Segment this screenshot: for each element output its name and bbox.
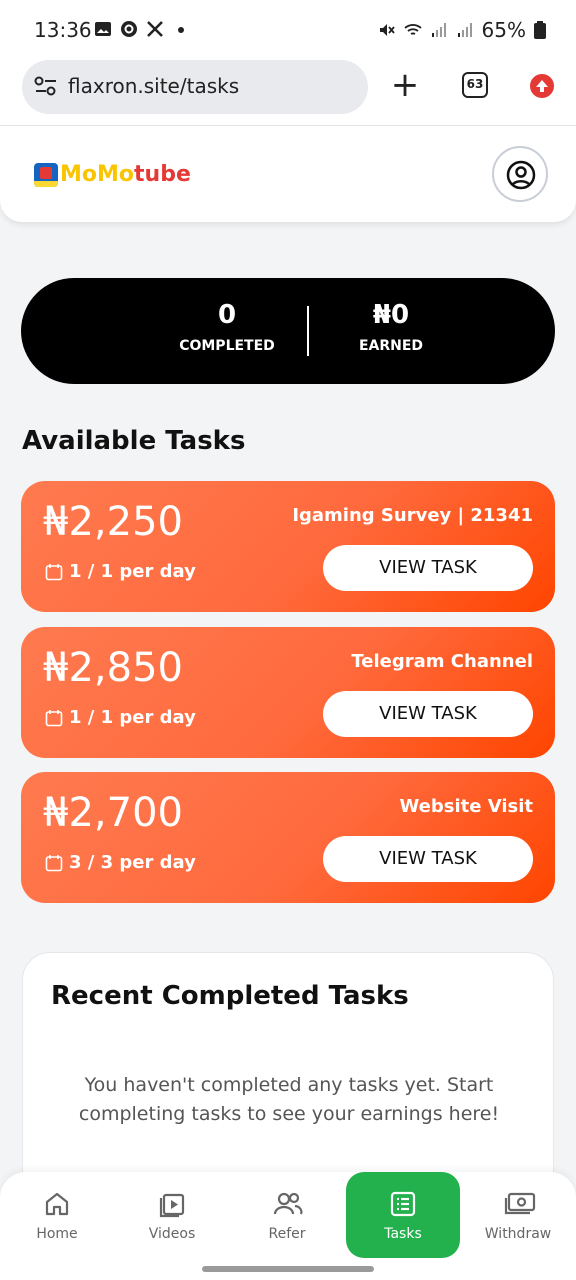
calendar-icon [45, 854, 63, 871]
task-reward: ₦2,250 [43, 499, 183, 545]
app-header: MoMotube [0, 126, 576, 222]
task-limit: 1 / 1 per day [45, 561, 196, 582]
momotube-logo[interactable]: MoMotube [34, 162, 191, 187]
wifi-icon [403, 24, 422, 35]
nav-tasks[interactable]: Tasks [346, 1172, 460, 1258]
completed-label: COMPLETED [179, 338, 275, 354]
task-limit: 1 / 1 per day [45, 707, 196, 728]
task-title: Website Visit [399, 796, 533, 817]
nav-refer[interactable]: Refer [230, 1172, 344, 1258]
task-limit: 3 / 3 per day [45, 852, 196, 873]
task-card: ₦2,850 1 / 1 per day Telegram Channel VI… [21, 627, 555, 758]
nav-videos[interactable]: Videos [115, 1172, 229, 1258]
battery-icon [534, 21, 546, 39]
image-icon [95, 22, 111, 36]
logo-mark-icon [34, 162, 58, 187]
completed-value: 0 [217, 300, 237, 330]
bottom-nav: Home Videos Refer Tasks Withdraw [0, 1172, 576, 1280]
url-text[interactable]: flaxron.site/tasks [68, 74, 239, 98]
profile-button[interactable] [492, 146, 548, 202]
completed-stat: 0 COMPLETED [147, 300, 307, 354]
status-time: 13:36 [34, 18, 92, 42]
cash-icon [504, 1192, 536, 1215]
calendar-icon [45, 563, 63, 580]
view-task-button[interactable]: VIEW TASK [323, 545, 533, 591]
users-icon [273, 1192, 303, 1215]
x-icon [147, 21, 163, 37]
task-title: Telegram Channel [351, 651, 533, 672]
site-settings-icon[interactable] [34, 76, 58, 96]
view-task-button[interactable]: VIEW TASK [323, 836, 533, 882]
task-reward: ₦2,700 [43, 790, 183, 836]
task-card: ₦2,250 1 / 1 per day Igaming Survey | 21… [21, 481, 555, 612]
address-bar[interactable]: flaxron.site/tasks [22, 60, 368, 114]
earned-value: ₦0 [372, 300, 410, 330]
stats-summary: 0 COMPLETED ₦0 EARNED [21, 278, 555, 384]
task-title: Igaming Survey | 21341 [292, 505, 533, 526]
earned-label: EARNED [358, 338, 424, 354]
nav-home[interactable]: Home [0, 1172, 114, 1258]
mute-icon [379, 24, 395, 36]
signal-icon [457, 23, 472, 37]
battery-percent: 65% [481, 18, 526, 42]
stats-divider [307, 306, 309, 356]
calendar-icon [45, 709, 63, 726]
video-icon [159, 1193, 185, 1218]
dot-icon [178, 27, 184, 33]
browser-toolbar: flaxron.site/tasks + 63 [0, 60, 576, 126]
user-circle-icon [506, 160, 536, 190]
list-icon [390, 1191, 416, 1217]
nav-withdraw[interactable]: Withdraw [461, 1172, 575, 1258]
view-task-button[interactable]: VIEW TASK [323, 691, 533, 737]
update-icon[interactable] [530, 74, 554, 98]
home-indicator[interactable] [202, 1266, 374, 1272]
recent-completed-heading: Recent Completed Tasks [51, 981, 409, 1011]
status-bar: 13:36 65% [0, 0, 576, 60]
threads-icon [121, 21, 137, 37]
available-tasks-heading: Available Tasks [22, 426, 246, 456]
home-icon [45, 1192, 69, 1216]
task-card: ₦2,700 3 / 3 per day Website Visit VIEW … [21, 772, 555, 903]
empty-state-message: You haven't completed any tasks yet. Sta… [78, 1074, 500, 1125]
signal-icon [431, 23, 446, 37]
task-reward: ₦2,850 [43, 645, 183, 691]
earned-stat: ₦0 EARNED [311, 300, 471, 354]
tab-switcher-button[interactable]: 63 [462, 72, 488, 98]
new-tab-button[interactable]: + [388, 66, 422, 106]
